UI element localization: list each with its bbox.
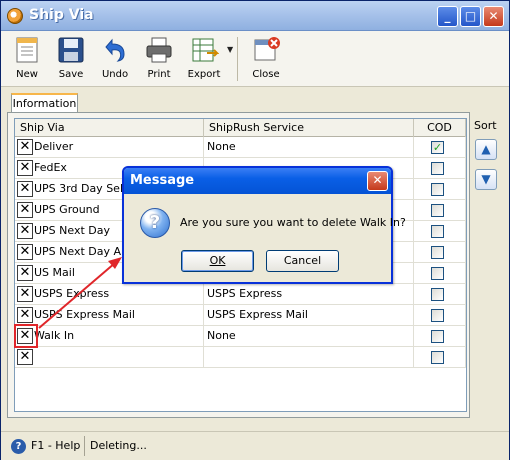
save-button[interactable]: Save [49,35,93,85]
status-text: Deleting... [90,439,147,452]
window-title: Ship Via [29,7,94,23]
close-window-button[interactable]: ✕ [483,6,504,27]
cod-checkbox[interactable] [431,246,444,259]
export-spreadsheet-icon [192,38,219,62]
new-document-icon [16,37,38,63]
delete-row-icon[interactable]: ✕ [17,349,33,365]
toolbar-separator [237,37,238,81]
cod-checkbox[interactable] [431,330,444,343]
export-dropdown-arrow-icon[interactable]: ▼ [227,45,237,55]
shiprush-service-cell[interactable]: USPS Express [204,284,414,305]
status-separator [84,436,85,456]
table-row[interactable]: ✕ [15,347,466,368]
delete-row-icon[interactable]: ✕ [17,244,33,260]
dialog-message: Are you sure you want to delete Walk In? [180,216,406,229]
cod-checkbox[interactable] [431,162,444,175]
delete-row-icon[interactable]: ✕ [17,223,33,239]
table-row[interactable]: ✕ USPS Express Mail USPS Express Mail [15,305,466,326]
ship-via-name: USPS Express Mail [34,308,135,321]
new-label: New [16,69,38,80]
header-shiprush-service[interactable]: ShipRush Service [204,119,414,137]
minimize-button[interactable]: _ [437,6,458,27]
print-label: Print [147,69,171,80]
dialog-title: Message [130,173,195,188]
table-row[interactable]: ✕ Walk In None [15,326,466,347]
ship-via-name: Deliver [34,140,74,153]
cod-checkbox[interactable] [431,309,444,322]
cod-checkbox[interactable] [431,225,444,238]
ship-via-cell[interactable]: ✕ [15,347,204,368]
new-button[interactable]: New [5,35,49,85]
cod-checkbox[interactable]: ✓ [431,141,444,154]
ok-button[interactable]: OK [181,250,254,272]
ok-label: OK [209,254,226,267]
ship-via-cell[interactable]: ✕ Walk In [15,326,204,347]
sort-label: Sort [474,119,497,132]
delete-row-icon[interactable]: ✕ [17,181,33,197]
print-button[interactable]: Print [137,35,181,85]
ship-via-cell[interactable]: ✕ USPS Express Mail [15,305,204,326]
ship-via-name: Walk In [34,329,75,342]
export-button[interactable]: Export [181,35,227,85]
dialog-title-bar[interactable]: Message ✕ [124,168,391,194]
delete-row-icon[interactable]: ✕ [17,265,33,281]
toolbar: New Save Undo Print Export ▼ Close [1,31,509,87]
export-label: Export [187,69,221,80]
cancel-label: Cancel [283,254,322,267]
delete-row-icon[interactable]: ✕ [17,160,33,176]
ship-via-cell[interactable]: ✕ USPS Express [15,284,204,305]
help-icon[interactable]: ? [11,439,26,454]
delete-row-icon[interactable]: ✕ [17,286,33,302]
close-document-icon [254,37,280,61]
shiprush-service-cell[interactable]: None [204,326,414,347]
cod-checkbox[interactable] [431,183,444,196]
arrow-down-icon: ▼ [481,172,491,186]
undo-button[interactable]: Undo [93,35,137,85]
cod-checkbox[interactable] [431,351,444,364]
tab-information[interactable]: Information [11,93,78,113]
sort-up-button[interactable]: ▲ [475,139,497,160]
delete-row-icon[interactable]: ✕ [17,307,33,323]
annotation-highlight-box [14,324,38,348]
ship-via-cell[interactable]: ✕ Deliver [15,137,204,158]
printer-icon [146,37,172,63]
message-dialog: Message ✕ ? Are you sure you want to del… [122,166,406,284]
ship-via-window: Ship Via _ □ ✕ New Save Undo Print Expor… [0,0,510,460]
header-cod[interactable]: COD [414,119,466,137]
shiprush-service-cell[interactable]: USPS Express Mail [204,305,414,326]
undo-label: Undo [101,69,129,80]
save-label: Save [58,69,84,80]
close-button[interactable]: Close [244,35,288,85]
header-ship-via[interactable]: Ship Via [15,119,204,137]
cod-checkbox[interactable] [431,267,444,280]
delete-row-icon[interactable]: ✕ [17,202,33,218]
cancel-button[interactable]: Cancel [266,250,339,272]
maximize-button[interactable]: □ [460,6,481,27]
save-disk-icon [58,37,84,63]
delete-row-icon[interactable]: ✕ [17,139,33,155]
grid-header: Ship Via ShipRush Service COD [15,119,466,137]
dialog-close-button[interactable]: ✕ [367,171,388,191]
table-row[interactable]: ✕ Deliver None ✓ [15,137,466,158]
title-bar[interactable]: Ship Via _ □ ✕ [1,1,509,31]
shiprush-service-cell[interactable]: None [204,137,414,158]
ship-via-name: USPS Express [34,287,110,300]
cod-checkbox[interactable] [431,288,444,301]
cod-checkbox[interactable] [431,204,444,217]
app-icon [7,8,23,24]
sort-down-button[interactable]: ▼ [475,169,497,190]
question-icon: ? [140,208,170,238]
undo-arrow-icon [105,38,125,62]
table-row[interactable]: ✕ USPS Express USPS Express [15,284,466,305]
help-text: F1 - Help [31,439,81,452]
arrow-up-icon: ▲ [481,142,491,156]
close-label: Close [252,69,280,80]
shiprush-service-cell[interactable] [204,347,414,368]
status-bar: ? F1 - Help Deleting... [1,431,509,460]
